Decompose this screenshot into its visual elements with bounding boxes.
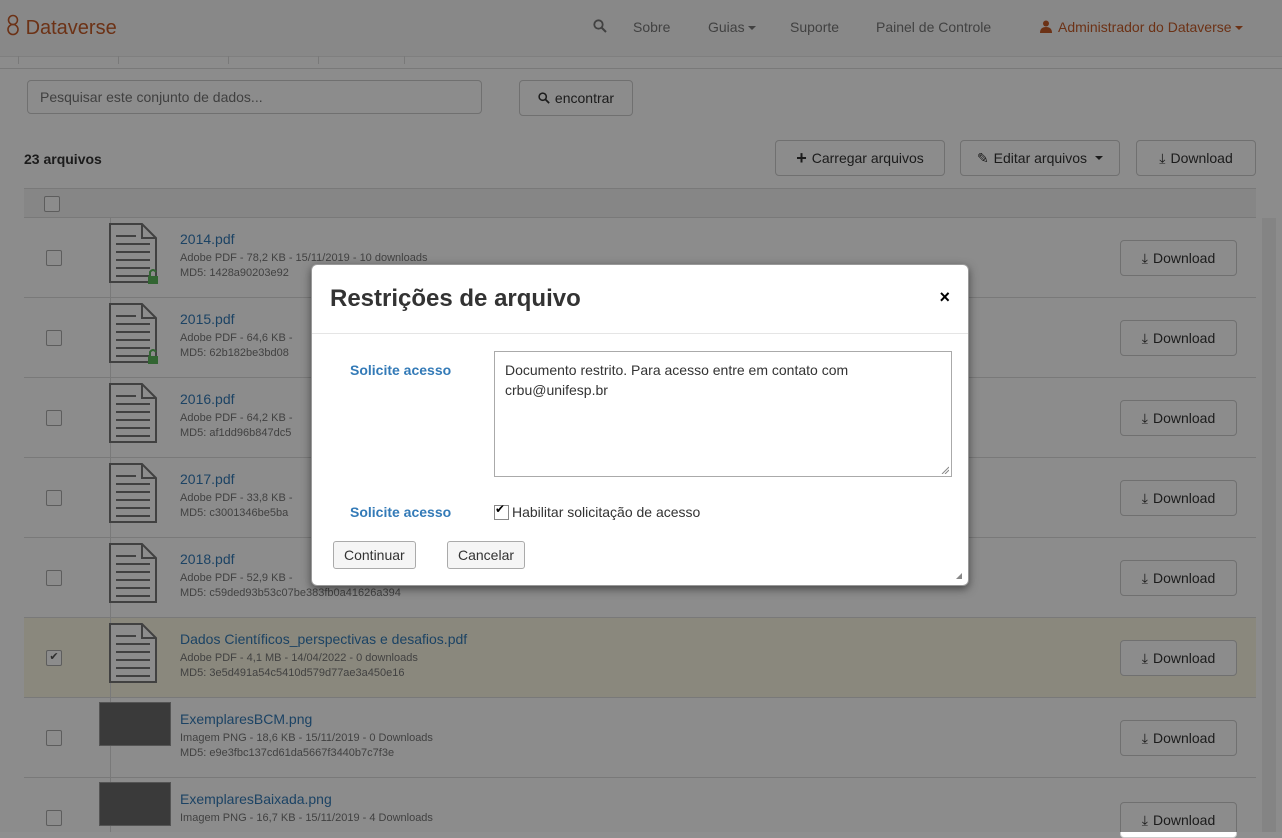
resize-grip-icon[interactable]: [941, 466, 949, 474]
terms-of-access-textarea[interactable]: Documento restrito. Para acesso entre em…: [494, 351, 952, 477]
close-icon[interactable]: ×: [939, 287, 950, 308]
dialog-divider: [312, 333, 968, 334]
dialog-title: Restrições de arquivo: [330, 285, 581, 312]
request-access-label: Solicite acesso: [350, 362, 452, 378]
terms-of-access-value: Documento restrito. Para acesso entre em…: [505, 362, 849, 398]
continue-button[interactable]: Continuar: [333, 541, 416, 569]
request-access-label-2: Solicite acesso: [350, 504, 452, 520]
enable-access-request-label: Habilitar solicitação de acesso: [512, 504, 701, 520]
enable-access-request-checkbox[interactable]: [494, 502, 509, 520]
enable-access-request: Habilitar solicitação de acesso: [494, 502, 701, 520]
resize-grip-icon[interactable]: [956, 573, 962, 579]
cancel-button[interactable]: Cancelar: [447, 541, 526, 569]
file-restrictions-dialog: Restrições de arquivo × Solicite acesso …: [311, 264, 969, 586]
